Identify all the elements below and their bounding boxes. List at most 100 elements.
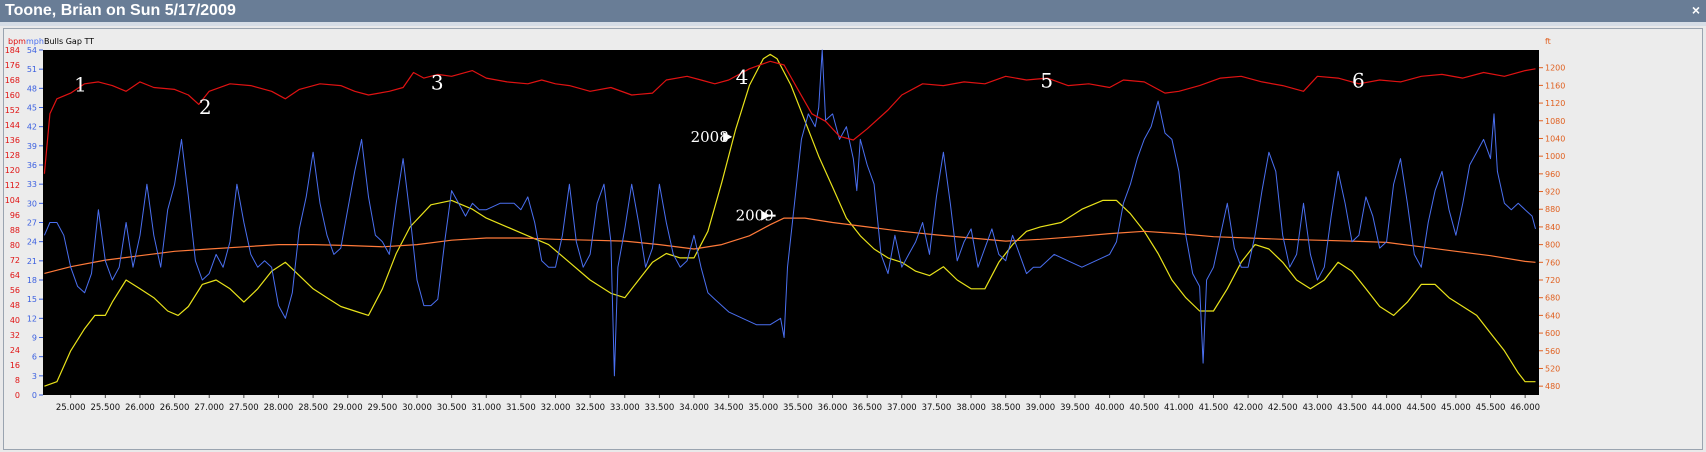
hr-tick-label: 56 xyxy=(10,286,20,295)
hr-tick-label: 120 xyxy=(5,166,20,175)
speed-tick-label: 12 xyxy=(27,314,37,323)
x-tick-label: 31.000 xyxy=(471,403,501,413)
x-tick-label: 39.000 xyxy=(1025,403,1055,413)
altitude-tick-label: 760 xyxy=(1545,258,1560,267)
x-tick-label: 33.500 xyxy=(645,403,675,413)
x-tick-label: 26.500 xyxy=(160,403,190,413)
annotation-label: 6 xyxy=(1352,69,1365,93)
speed-tick-label: 0 xyxy=(32,391,37,400)
hr-tick-label: 96 xyxy=(10,211,20,220)
x-tick-label: 41.000 xyxy=(1164,403,1194,413)
x-tick-label: 45.000 xyxy=(1441,403,1471,413)
speed-tick-label: 9 xyxy=(32,334,37,343)
y-axis-altitude: 1200 1160 1120 1080 1040 1000 960 920 880 840 800 7… xyxy=(1539,64,1565,391)
x-tick-label: 30.000 xyxy=(402,403,432,413)
altitude-tick-label: 800 xyxy=(1545,241,1560,250)
x-tick-label: 32.000 xyxy=(541,403,571,413)
annotation-label: 3 xyxy=(431,70,444,94)
speed-tick-label: 3 xyxy=(32,372,37,381)
x-tick-label: 36.000 xyxy=(818,403,848,413)
speed-tick-label: 45 xyxy=(27,104,37,113)
altitude-tick-label: 600 xyxy=(1545,329,1560,338)
speed-tick-label: 24 xyxy=(27,238,37,247)
altitude-tick-label: 520 xyxy=(1545,364,1560,373)
x-tick-label: 27.500 xyxy=(229,403,259,413)
annotation-label: 4 xyxy=(736,65,749,89)
hr-tick-label: 64 xyxy=(10,271,20,280)
altitude-tick-label: 560 xyxy=(1545,347,1560,356)
hr-tick-label: 72 xyxy=(10,256,20,265)
x-tick-label: 30.500 xyxy=(437,403,467,413)
altitude-tick-label: 680 xyxy=(1545,294,1560,303)
x-tick-label: 46.000 xyxy=(1510,403,1540,413)
x-tick-label: 41.500 xyxy=(1199,403,1229,413)
hr-tick-label: 128 xyxy=(5,151,20,160)
x-tick-label: 25.500 xyxy=(90,403,120,413)
x-tick-label: 38.000 xyxy=(956,403,986,413)
speed-tick-label: 21 xyxy=(27,257,37,266)
x-tick-label: 43.000 xyxy=(1302,403,1332,413)
altitude-tick-label: 640 xyxy=(1545,311,1560,320)
chart[interactable]: bpm mph Bulls Gap TT ft 25.000 25.500 26.0… xyxy=(0,0,1706,452)
plot-area[interactable] xyxy=(43,50,1539,395)
hr-tick-label: 80 xyxy=(10,241,20,250)
x-tick-label: 37.500 xyxy=(922,403,952,413)
annotation-label: 2008 xyxy=(691,128,729,146)
x-tick-label: 45.500 xyxy=(1476,403,1506,413)
altitude-tick-label: 1080 xyxy=(1545,117,1565,126)
x-tick-label: 35.500 xyxy=(783,403,813,413)
speed-unit-label: mph xyxy=(26,37,44,46)
x-tick-label: 31.500 xyxy=(506,403,536,413)
chart-title: Bulls Gap TT xyxy=(44,37,94,46)
altitude-tick-label: 1160 xyxy=(1545,81,1565,90)
x-tick-label: 28.500 xyxy=(298,403,328,413)
x-tick-label: 25.000 xyxy=(56,403,86,413)
x-tick-label: 39.500 xyxy=(1060,403,1090,413)
altitude-tick-label: 720 xyxy=(1545,276,1560,285)
speed-tick-label: 6 xyxy=(32,353,37,362)
hr-unit-label: bpm xyxy=(8,37,26,46)
x-tick-label: 44.500 xyxy=(1406,403,1436,413)
speed-tick-label: 54 xyxy=(27,46,37,55)
annotation-label: 1 xyxy=(74,72,87,96)
hr-tick-label: 40 xyxy=(10,316,20,325)
hr-tick-label: 168 xyxy=(5,76,20,85)
altitude-tick-label: 960 xyxy=(1545,170,1560,179)
speed-tick-label: 42 xyxy=(27,123,37,132)
hr-tick-label: 16 xyxy=(10,361,20,370)
y-axis-heart-rate: 1841761681601521441361281201121049688807… xyxy=(5,46,20,400)
hr-tick-label: 0 xyxy=(15,391,20,400)
altitude-unit-label: ft xyxy=(1545,37,1551,46)
hr-tick-label: 24 xyxy=(10,346,20,355)
x-tick-label: 32.500 xyxy=(575,403,605,413)
x-axis: 25.000 25.500 26.000 26.500 27.000 27.500 28.0… xyxy=(56,395,1540,413)
x-tick-label: 40.500 xyxy=(1129,403,1159,413)
x-tick-label: 38.500 xyxy=(991,403,1021,413)
annotation-label: 2 xyxy=(199,95,212,119)
altitude-tick-label: 840 xyxy=(1545,223,1560,232)
speed-tick-label: 33 xyxy=(27,180,37,189)
x-tick-label: 33.000 xyxy=(610,403,640,413)
altitude-tick-label: 920 xyxy=(1545,188,1560,197)
x-tick-label: 44.000 xyxy=(1372,403,1402,413)
altitude-tick-label: 880 xyxy=(1545,205,1560,214)
x-tick-label: 42.500 xyxy=(1268,403,1298,413)
x-tick-label: 34.500 xyxy=(714,403,744,413)
x-tick-label: 26.000 xyxy=(125,403,155,413)
y-axis-speed: 5451484542393633302724211815129630 xyxy=(27,46,43,400)
hr-tick-label: 112 xyxy=(5,181,20,190)
hr-tick-label: 160 xyxy=(5,91,20,100)
hr-tick-label: 88 xyxy=(10,226,20,235)
speed-tick-label: 15 xyxy=(27,295,37,304)
hr-tick-label: 48 xyxy=(10,301,20,310)
x-tick-label: 43.500 xyxy=(1337,403,1367,413)
altitude-tick-label: 480 xyxy=(1545,382,1560,391)
speed-tick-label: 51 xyxy=(27,65,37,74)
hr-tick-label: 152 xyxy=(5,106,20,115)
hr-tick-label: 144 xyxy=(5,121,20,130)
x-tick-label: 27.000 xyxy=(194,403,224,413)
speed-tick-label: 27 xyxy=(27,219,37,228)
hr-tick-label: 104 xyxy=(5,196,20,205)
speed-tick-label: 48 xyxy=(27,84,37,93)
altitude-tick-label: 1040 xyxy=(1545,134,1565,143)
